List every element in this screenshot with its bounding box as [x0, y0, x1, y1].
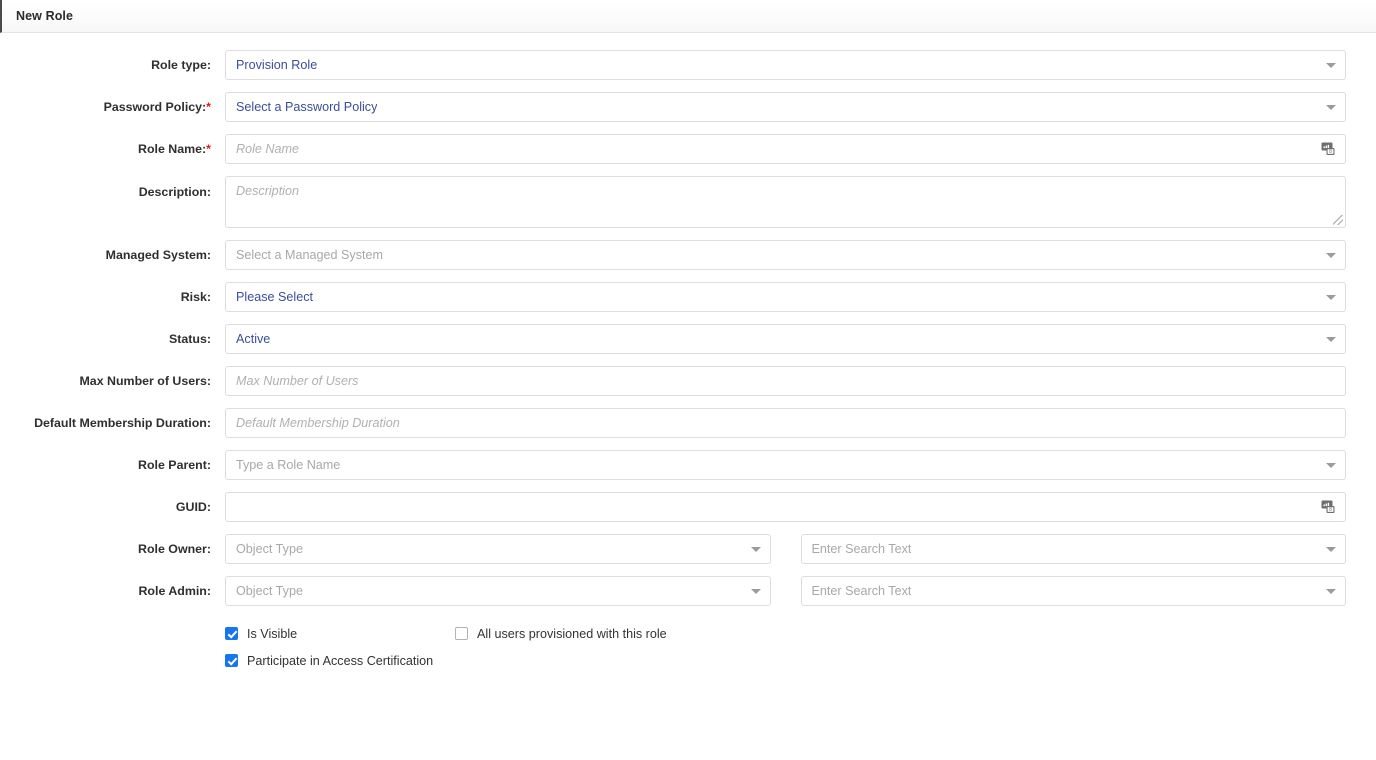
form-row-managed-system: Managed System: Select a Managed System	[0, 240, 1376, 270]
role-parent-value: Type a Role Name	[236, 458, 340, 472]
attribute-badge-icon[interactable]: 8	[1320, 498, 1338, 516]
role-name-placeholder: Role Name	[236, 142, 299, 156]
risk-value: Please Select	[236, 290, 313, 304]
managed-system-select[interactable]: Select a Managed System	[225, 240, 1346, 270]
default-membership-duration-input[interactable]: Default Membership Duration	[225, 408, 1346, 438]
chevron-down-icon	[1326, 253, 1336, 258]
default-membership-duration-placeholder: Default Membership Duration	[236, 416, 400, 430]
checkbox-all-users-provisioned[interactable]: All users provisioned with this role	[455, 627, 667, 641]
status-select[interactable]: Active	[225, 324, 1346, 354]
label-description: Description:	[0, 176, 225, 204]
role-type-value: Provision Role	[236, 58, 317, 72]
max-number-of-users-placeholder: Max Number of Users	[236, 374, 358, 388]
chevron-down-icon	[1326, 589, 1336, 594]
role-admin-search-select[interactable]: Enter Search Text	[801, 576, 1347, 606]
chevron-down-icon	[751, 547, 761, 552]
checkbox-all-users-provisioned-label: All users provisioned with this role	[477, 627, 667, 641]
panel-header: New Role	[0, 0, 1376, 33]
label-role-admin: Role Admin:	[0, 576, 225, 606]
required-asterisk: *	[206, 142, 211, 156]
checkbox-participate-in-access-certification[interactable]: Participate in Access Certification	[225, 654, 433, 668]
svg-text:8: 8	[1329, 149, 1332, 155]
role-admin-object-type-select[interactable]: Object Type	[225, 576, 771, 606]
password-policy-value: Select a Password Policy	[236, 100, 377, 114]
role-owner-search-select[interactable]: Enter Search Text	[801, 534, 1347, 564]
form-row-role-parent: Role Parent: Type a Role Name	[0, 450, 1376, 480]
required-asterisk: *	[206, 100, 211, 114]
chevron-down-icon	[1326, 547, 1336, 552]
guid-input[interactable]: 8	[225, 492, 1346, 522]
page-title: New Role	[16, 9, 73, 23]
label-password-policy: Password Policy:*	[0, 92, 225, 122]
label-status: Status:	[0, 324, 225, 354]
label-managed-system: Managed System:	[0, 240, 225, 270]
chevron-down-icon	[1326, 105, 1336, 110]
label-role-parent: Role Parent:	[0, 450, 225, 480]
form-row-guid: GUID: 8	[0, 492, 1376, 522]
managed-system-value: Select a Managed System	[236, 248, 383, 262]
label-role-name: Role Name:*	[0, 134, 225, 164]
resize-handle-icon[interactable]	[1333, 215, 1343, 225]
role-owner-object-type-value: Object Type	[236, 542, 303, 556]
attribute-badge-icon[interactable]: 8	[1320, 140, 1338, 158]
form-row-status: Status: Active	[0, 324, 1376, 354]
risk-select[interactable]: Please Select	[225, 282, 1346, 312]
description-textarea[interactable]: Description	[225, 176, 1346, 228]
checkbox-line-1: Is Visible All users provisioned with th…	[225, 620, 1346, 647]
form-row-role-admin: Role Admin: Object Type Enter Search Tex…	[0, 576, 1376, 606]
checkbox-line-2: Participate in Access Certification	[225, 647, 1346, 674]
role-type-select[interactable]: Provision Role	[225, 50, 1346, 80]
form-row-password-policy: Password Policy:* Select a Password Poli…	[0, 92, 1376, 122]
checkbox-is-visible[interactable]: Is Visible	[225, 627, 455, 641]
label-risk: Risk:	[0, 282, 225, 312]
max-number-of-users-input[interactable]: Max Number of Users	[225, 366, 1346, 396]
label-guid: GUID:	[0, 492, 225, 522]
checkbox-check-icon[interactable]	[225, 627, 238, 640]
label-max-number-of-users: Max Number of Users:	[0, 366, 225, 396]
form-row-checkboxes: Is Visible All users provisioned with th…	[0, 617, 1376, 674]
chevron-down-icon	[1326, 337, 1336, 342]
form-row-max-number-of-users: Max Number of Users: Max Number of Users	[0, 366, 1376, 396]
form-row-role-owner: Role Owner: Object Type Enter Search Tex…	[0, 534, 1376, 564]
role-owner-search-value: Enter Search Text	[812, 542, 912, 556]
checkbox-participate-in-access-certification-label: Participate in Access Certification	[247, 654, 433, 668]
form-row-default-membership-duration: Default Membership Duration: Default Mem…	[0, 408, 1376, 438]
checkbox-empty-icon[interactable]	[455, 627, 468, 640]
form-row-role-name: Role Name:* Role Name 8	[0, 134, 1376, 164]
role-owner-object-type-select[interactable]: Object Type	[225, 534, 771, 564]
label-role-owner: Role Owner:	[0, 534, 225, 564]
role-admin-object-type-value: Object Type	[236, 584, 303, 598]
checkbox-check-icon[interactable]	[225, 654, 238, 667]
form-row-risk: Risk: Please Select	[0, 282, 1376, 312]
chevron-down-icon	[1326, 463, 1336, 468]
form-row-description: Description: Description	[0, 176, 1376, 228]
checkbox-is-visible-label: Is Visible	[247, 627, 297, 641]
svg-text:8: 8	[1329, 507, 1332, 513]
label-default-membership-duration: Default Membership Duration:	[0, 408, 225, 438]
chevron-down-icon	[1326, 295, 1336, 300]
chevron-down-icon	[751, 589, 761, 594]
new-role-form: Role type: Provision Role Password Polic…	[0, 33, 1376, 674]
form-row-role-type: Role type: Provision Role	[0, 50, 1376, 80]
password-policy-select[interactable]: Select a Password Policy	[225, 92, 1346, 122]
role-name-input[interactable]: Role Name 8	[225, 134, 1346, 164]
description-placeholder: Description	[236, 184, 299, 198]
label-role-type: Role type:	[0, 50, 225, 80]
role-parent-select[interactable]: Type a Role Name	[225, 450, 1346, 480]
role-admin-search-value: Enter Search Text	[812, 584, 912, 598]
status-value: Active	[236, 332, 270, 346]
chevron-down-icon	[1326, 63, 1336, 68]
